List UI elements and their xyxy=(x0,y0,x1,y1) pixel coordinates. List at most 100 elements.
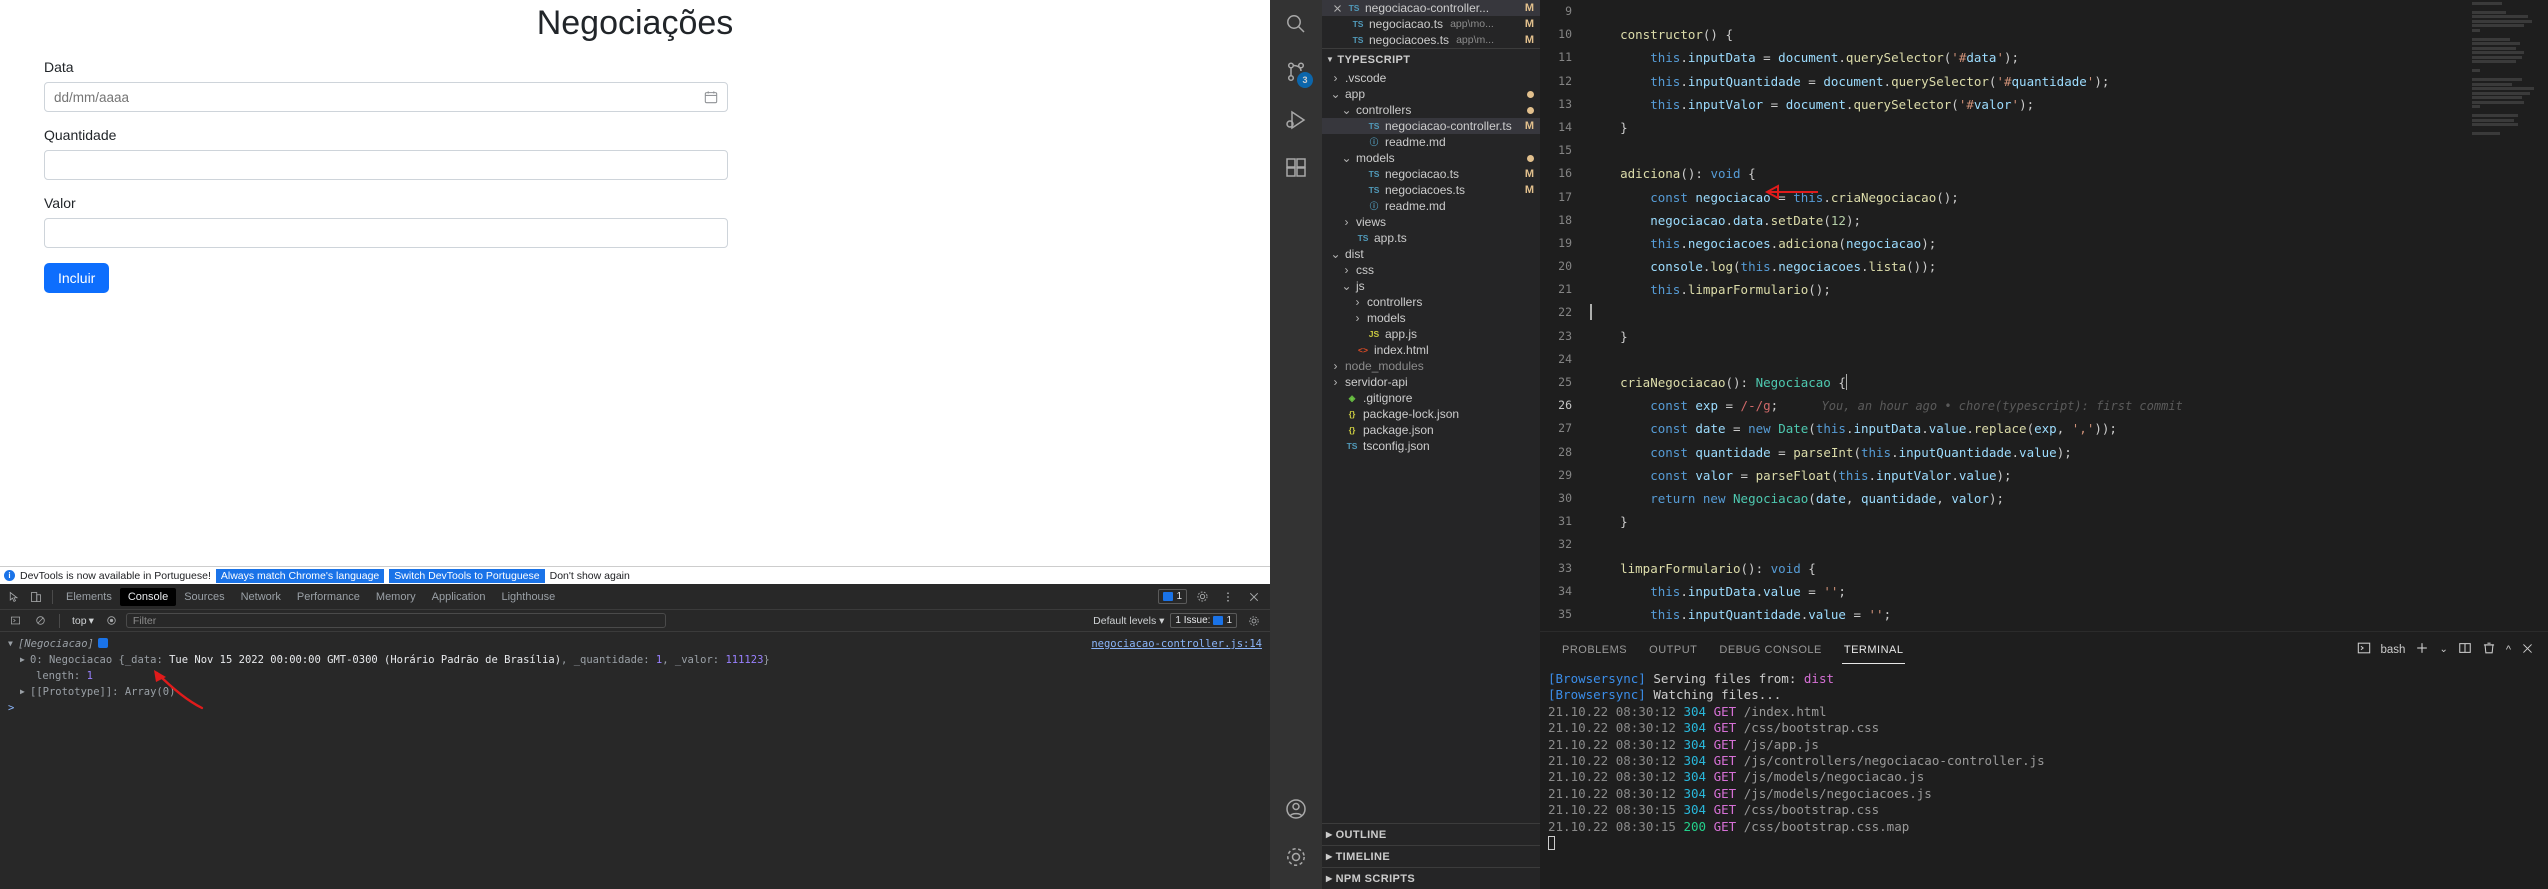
code-line[interactable]: this.negociacoes.adiciona(negociacao); xyxy=(1590,232,2466,255)
console-context-selector[interactable]: top ▾ xyxy=(68,615,98,627)
tree-file-row[interactable]: JS app.js xyxy=(1322,326,1540,342)
code-editor[interactable]: 9 10 11 12 13 14 15 16 17 18 19 20 21 22 23 24 25 26 27 28 2… xyxy=(1540,0,2548,631)
chevron-down-icon[interactable]: ⌄ xyxy=(1341,279,1352,293)
chevron-right-icon[interactable]: › xyxy=(1330,71,1341,85)
chevron-down-icon[interactable]: ⌄ xyxy=(1330,247,1341,261)
more-options-icon[interactable] xyxy=(1217,586,1239,608)
chevron-down-icon[interactable]: ⌄ xyxy=(1330,87,1341,101)
open-editor-row[interactable]: TS negociacao.ts app\mo... M xyxy=(1322,16,1540,32)
inspect-element-icon[interactable] xyxy=(3,586,25,608)
tree-file-row[interactable]: TS tsconfig.json xyxy=(1322,438,1540,454)
code-line[interactable]: const date = new Date(this.inputData.val… xyxy=(1590,417,2466,440)
input-quantidade[interactable] xyxy=(44,150,728,180)
panel-tab-problems[interactable]: PROBLEMS xyxy=(1560,636,1629,664)
tree-file-row[interactable]: ⓘ readme.md xyxy=(1322,198,1540,214)
input-data[interactable]: dd/mm/aaaa xyxy=(44,82,728,112)
match-chrome-language-button[interactable]: Always match Chrome's language xyxy=(215,568,385,583)
tree-file-row[interactable]: <> index.html xyxy=(1322,342,1540,358)
terminal-shell-icon[interactable] xyxy=(2357,641,2371,658)
console-prompt[interactable]: > xyxy=(0,700,1270,716)
incluir-button[interactable]: Incluir xyxy=(44,263,110,293)
code-line[interactable]: criaNegociacao(): Negociacao { xyxy=(1590,371,2466,394)
open-editor-row[interactable]: TS negociacao-controller... M xyxy=(1322,0,1540,16)
tree-folder-row[interactable]: ⌄ models xyxy=(1322,150,1540,166)
code-line[interactable]: this.inputQuantidade.value = ''; xyxy=(1590,603,2466,626)
code-line[interactable]: adiciona(): void { xyxy=(1590,162,2466,185)
tree-folder-row[interactable]: › node_modules xyxy=(1322,358,1540,374)
settings-gear-icon[interactable] xyxy=(1191,586,1213,608)
devtools-tab-performance[interactable]: Performance xyxy=(289,588,368,606)
code-line[interactable]: this.limparFormulario(); xyxy=(1590,278,2466,301)
tree-file-row[interactable]: ◈ .gitignore xyxy=(1322,390,1540,406)
settings-gear-icon[interactable] xyxy=(1270,833,1322,881)
chevron-right-icon[interactable]: › xyxy=(1352,311,1363,325)
tree-folder-row[interactable]: › servidor-api xyxy=(1322,374,1540,390)
code-line[interactable] xyxy=(1590,348,2466,371)
devtools-tab-elements[interactable]: Elements xyxy=(58,588,120,606)
close-icon[interactable] xyxy=(1332,4,1343,13)
tree-folder-row[interactable]: ⌄ dist xyxy=(1322,246,1540,262)
explorer-section-header[interactable]: ▼ TYPESCRIPT xyxy=(1322,48,1540,70)
code-line[interactable]: this.inputData = document.querySelector(… xyxy=(1590,46,2466,69)
tree-file-row[interactable]: {} package.json xyxy=(1322,422,1540,438)
kill-terminal-icon[interactable] xyxy=(2482,641,2496,658)
chevron-right-icon[interactable]: › xyxy=(1330,375,1341,389)
tree-folder-row[interactable]: ⌄ js xyxy=(1322,278,1540,294)
tree-file-row[interactable]: ⓘ readme.md xyxy=(1322,134,1540,150)
console-settings-gear-icon[interactable] xyxy=(1243,610,1265,632)
console-filter-input[interactable]: Filter xyxy=(125,613,666,628)
code-line[interactable] xyxy=(1590,0,2466,23)
chevron-down-icon[interactable]: ▼ xyxy=(8,637,18,651)
tree-folder-row[interactable]: › controllers xyxy=(1322,294,1540,310)
tree-folder-row[interactable]: › models xyxy=(1322,310,1540,326)
panel-tab-terminal[interactable]: TERMINAL xyxy=(1841,636,1906,664)
console-issues-badge[interactable]: 1 Issue: 1 xyxy=(1170,613,1237,628)
devtools-tab-network[interactable]: Network xyxy=(233,588,289,606)
console-prototype-row[interactable]: ▶ [[Prototype]]: Array(0) xyxy=(0,684,1270,700)
devtools-tab-memory[interactable]: Memory xyxy=(368,588,424,606)
calendar-icon[interactable] xyxy=(704,90,718,104)
code-line[interactable] xyxy=(1590,301,2466,324)
search-icon[interactable] xyxy=(1270,0,1322,48)
sidebar-section-npm-scripts[interactable]: ▶ NPM SCRIPTS xyxy=(1322,867,1540,889)
switch-devtools-portuguese-button[interactable]: Switch DevTools to Portuguese xyxy=(389,568,545,583)
code-line[interactable]: const exp = /-/g; You, an hour ago • cho… xyxy=(1590,394,2466,417)
console-sidebar-toggle-icon[interactable] xyxy=(4,610,26,632)
sidebar-section-timeline[interactable]: ▶ TIMELINE xyxy=(1322,845,1540,867)
code-line[interactable]: const negociacao = this.criaNegociacao()… xyxy=(1590,186,2466,209)
split-terminal-icon[interactable] xyxy=(2458,641,2472,658)
panel-tab-debug-console[interactable]: DEBUG CONSOLE xyxy=(1717,636,1823,664)
chevron-down-icon[interactable]: ⌄ xyxy=(2439,644,2447,655)
console-group-row[interactable]: ▼ [Negociacao] negociacao-controller.js:… xyxy=(0,636,1270,652)
tree-file-row[interactable]: TS app.ts xyxy=(1322,230,1540,246)
code-line[interactable]: } xyxy=(1590,325,2466,348)
device-toolbar-icon[interactable] xyxy=(25,586,47,608)
chevron-right-icon[interactable]: › xyxy=(1341,263,1352,277)
tree-file-row[interactable]: {} package-lock.json xyxy=(1322,406,1540,422)
live-expression-icon[interactable] xyxy=(101,610,123,632)
code-line[interactable]: console.log(this.negociacoes.lista()); xyxy=(1590,255,2466,278)
sidebar-section-outline[interactable]: ▶ OUTLINE xyxy=(1322,823,1540,845)
chevron-right-icon[interactable]: ▶ xyxy=(20,685,30,699)
account-icon[interactable] xyxy=(1270,785,1322,833)
new-terminal-icon[interactable] xyxy=(2415,641,2429,658)
code-line[interactable]: const valor = parseFloat(this.inputValor… xyxy=(1590,464,2466,487)
extensions-icon[interactable] xyxy=(1270,144,1322,192)
source-control-icon[interactable]: 3 xyxy=(1270,48,1322,96)
code-line[interactable]: const quantidade = parseInt(this.inputQu… xyxy=(1590,441,2466,464)
console-entry-row[interactable]: ▶ 0: Negociacao {_data: Tue Nov 15 2022 … xyxy=(0,652,1270,668)
devtools-tab-lighthouse[interactable]: Lighthouse xyxy=(493,588,563,606)
input-valor[interactable] xyxy=(44,218,728,248)
issues-badge[interactable]: 1 xyxy=(1158,589,1187,604)
code-line[interactable]: } xyxy=(1590,510,2466,533)
clear-console-icon[interactable] xyxy=(29,610,51,632)
tree-folder-row[interactable]: ⌄ app xyxy=(1322,86,1540,102)
code-line[interactable]: negociacao.data.setDate(12); xyxy=(1590,209,2466,232)
code-line[interactable]: this.inputValor = document.querySelector… xyxy=(1590,93,2466,116)
terminal-shell-label[interactable]: bash xyxy=(2381,644,2406,656)
code-line[interactable]: return new Negociacao(date, quantidade, … xyxy=(1590,487,2466,510)
tree-folder-row[interactable]: › .vscode xyxy=(1322,70,1540,86)
code-content[interactable]: constructor() { this.inputData = documen… xyxy=(1586,0,2466,631)
code-line[interactable]: this.inputQuantidade = document.querySel… xyxy=(1590,70,2466,93)
console-levels-selector[interactable]: Default levels ▾ xyxy=(1093,615,1164,627)
